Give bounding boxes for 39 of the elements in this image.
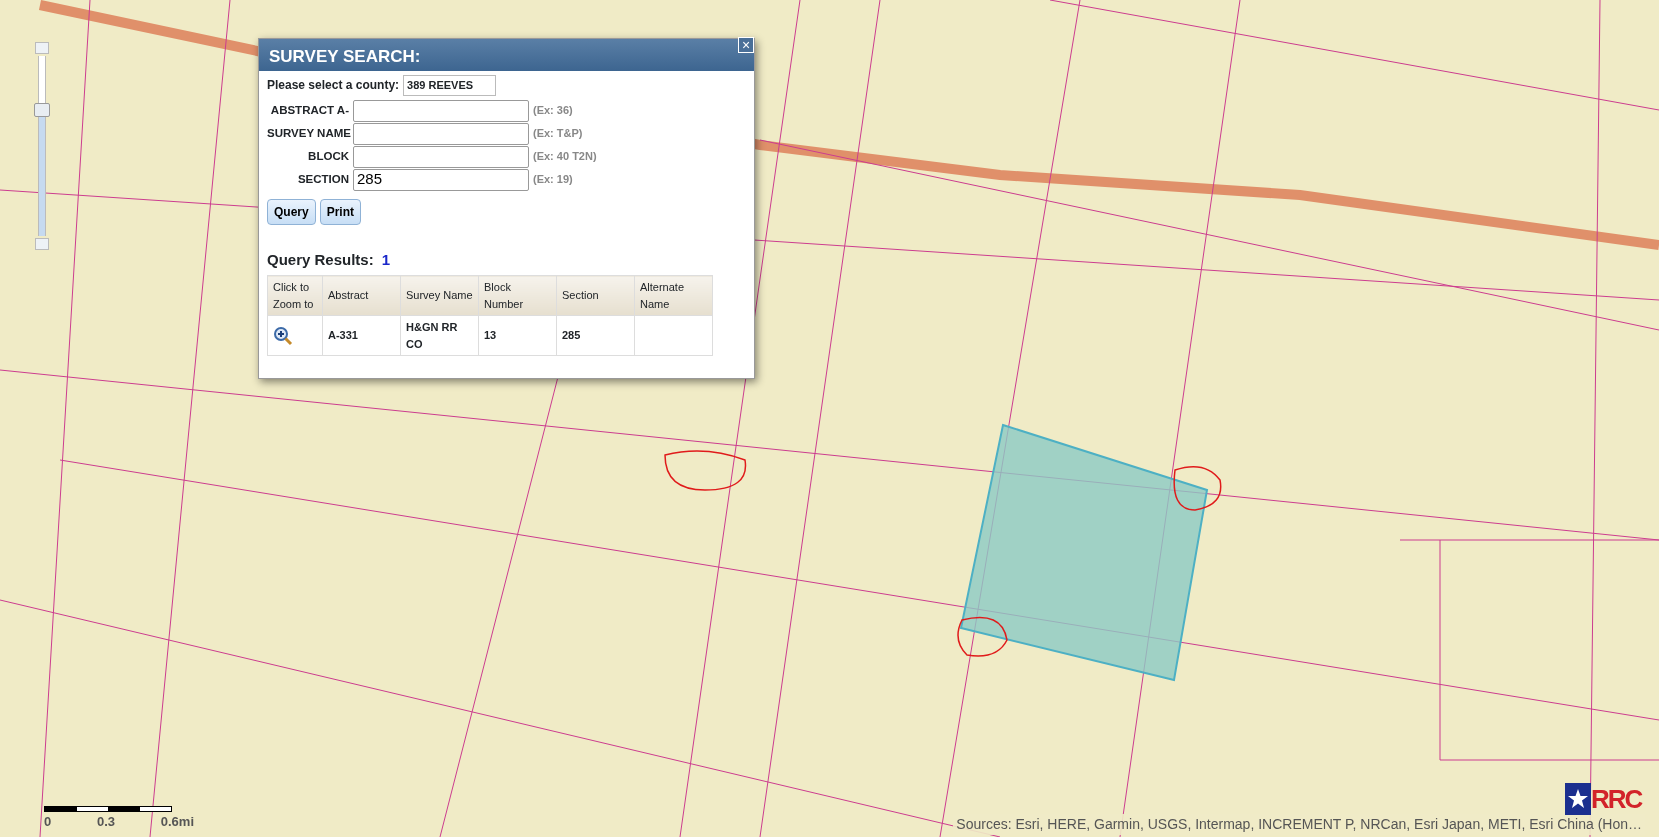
results-label: Query Results:: [267, 249, 374, 270]
column-header: Abstract: [322, 275, 401, 316]
text-field[interactable]: [353, 99, 529, 122]
example-hint: (Ex: 40 T2N): [533, 149, 597, 165]
scale-label: 0.3: [96, 813, 116, 831]
column-header: Survey Name: [400, 275, 479, 316]
field-label: BLOCK: [307, 148, 349, 164]
results-count: 1: [381, 249, 391, 270]
column-header: Section: [556, 275, 635, 316]
table-cell: H&GN RR CO: [400, 315, 479, 356]
scale-label: 0: [44, 813, 52, 831]
scale-label: 0.6mi: [160, 813, 194, 831]
table-cell: 13: [478, 315, 557, 356]
column-header: Block Number: [478, 275, 557, 316]
text-field[interactable]: [353, 145, 529, 168]
column-header: Click to Zoom to: [267, 275, 323, 316]
text-field[interactable]: 285: [353, 168, 529, 191]
example-hint: (Ex: 19): [533, 172, 573, 188]
county-dropdown[interactable]: 389 REEVES: [403, 75, 497, 96]
field-label: SECTION: [296, 171, 349, 187]
table-cell: A-331: [322, 315, 401, 356]
field-label: ABSTRACT A-: [269, 102, 349, 118]
example-hint: (Ex: 36): [533, 103, 573, 119]
slider-thumb[interactable]: [34, 103, 50, 117]
zoom-in-magnifier-icon[interactable]: [273, 325, 293, 346]
close-button[interactable]: ×: [738, 37, 754, 53]
field-label: SURVEY NAME: [267, 125, 349, 141]
example-hint: (Ex: T&P): [533, 126, 583, 142]
table-cell: 285: [556, 315, 635, 356]
zoom-out-button[interactable]: [35, 238, 49, 250]
logo-text: RRC: [1591, 786, 1642, 812]
action-button[interactable]: Query: [267, 198, 316, 225]
zoom-in-button[interactable]: [35, 42, 49, 54]
star-flag-icon: [1565, 783, 1591, 815]
text-field[interactable]: [353, 122, 529, 145]
dialog-title: SURVEY SEARCH:: [269, 47, 421, 66]
county-label: Please select a county:: [267, 77, 400, 95]
column-header: Alternate Name: [634, 275, 713, 316]
action-button[interactable]: Print: [319, 198, 362, 225]
